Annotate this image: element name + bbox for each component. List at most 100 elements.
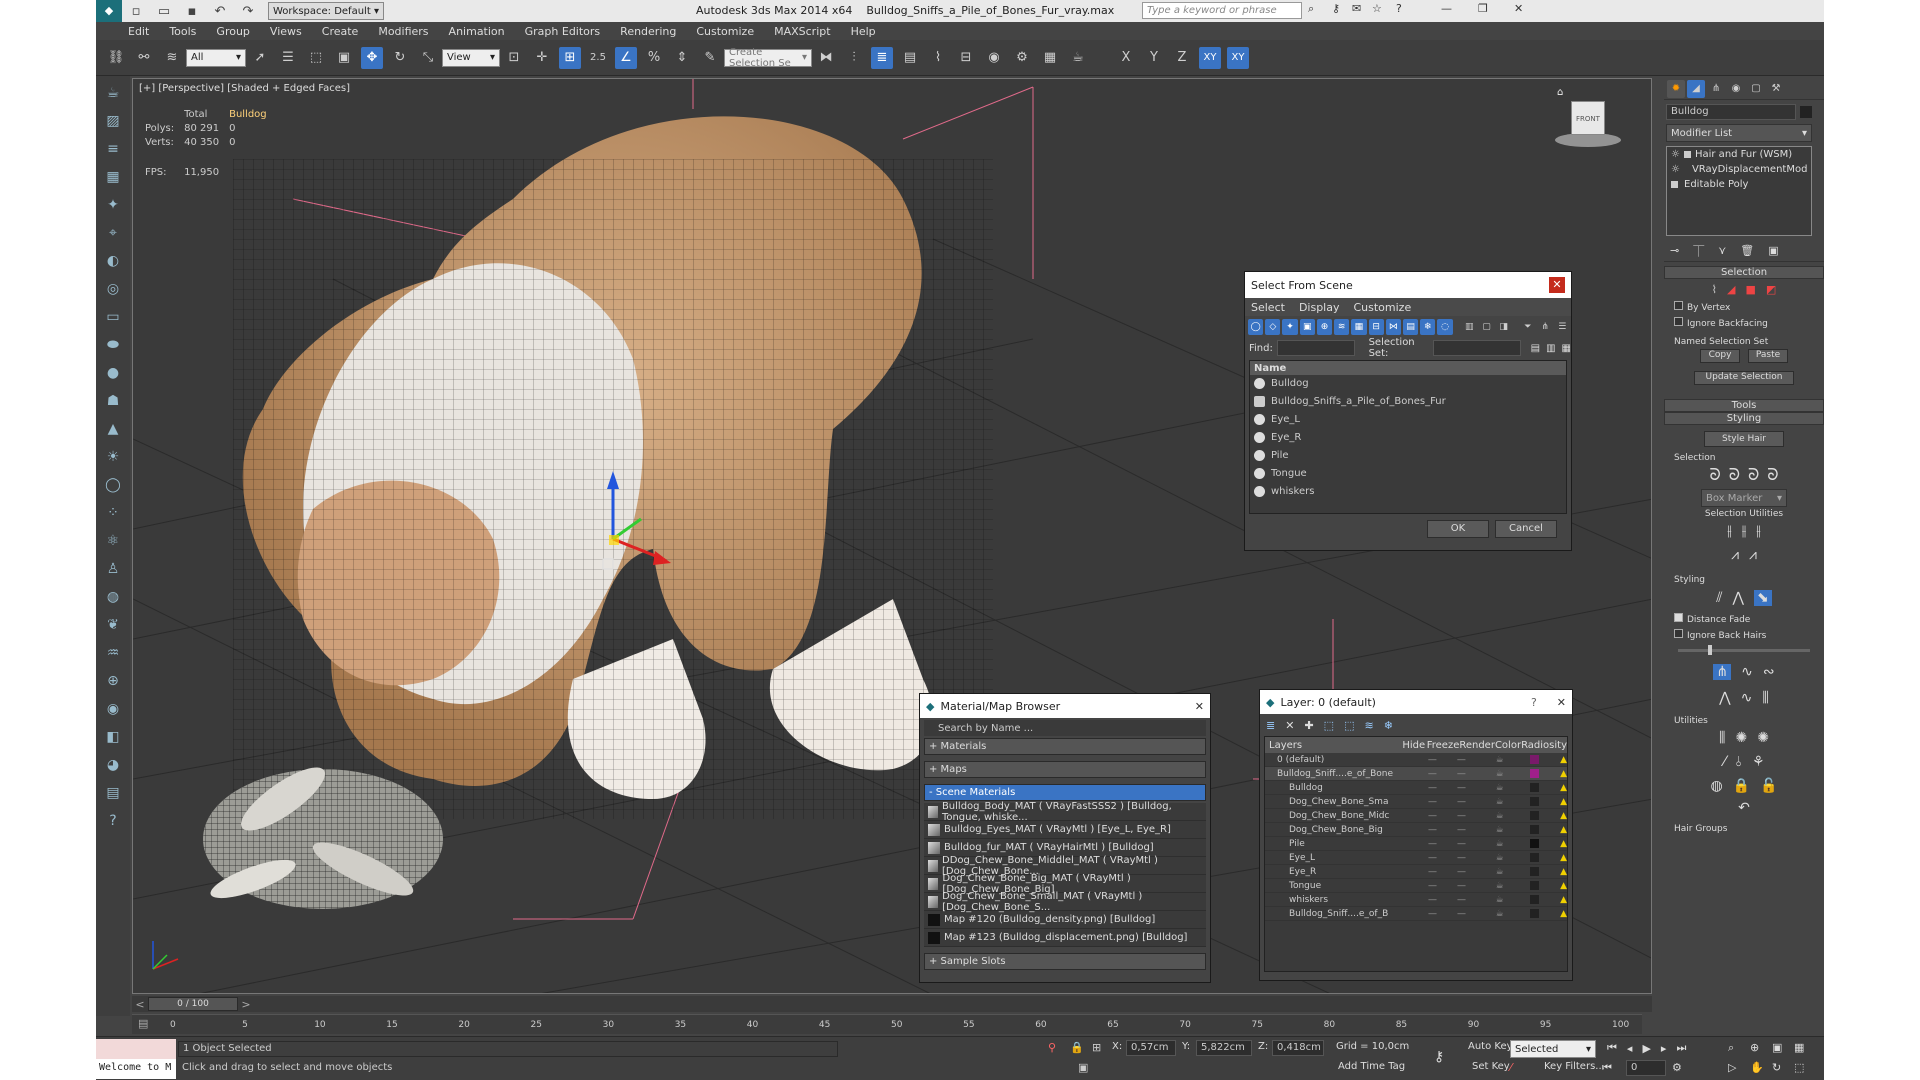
object-name-field[interactable]: Bulldog bbox=[1666, 104, 1796, 120]
render-toggle-icon[interactable]: ☕ bbox=[1496, 797, 1531, 807]
display-spacewarps-icon[interactable]: ≋ bbox=[1334, 319, 1350, 335]
freeze-toggle-icon[interactable]: — bbox=[1457, 755, 1496, 765]
freeze-toggle-icon[interactable]: — bbox=[1457, 825, 1496, 835]
unlink-icon[interactable]: ⚯ bbox=[133, 47, 155, 69]
select-by-name-icon[interactable]: ☰ bbox=[277, 47, 299, 69]
box-primitive-icon[interactable]: ▭ bbox=[102, 306, 124, 328]
radiosity-icon[interactable]: ▲ bbox=[1560, 755, 1567, 765]
maps-section[interactable]: + Maps bbox=[924, 761, 1206, 778]
menu-graph-editors[interactable]: Graph Editors bbox=[515, 25, 611, 38]
display-helpers-icon[interactable]: ⊕ bbox=[1316, 319, 1333, 335]
list-item[interactable]: Bulldog_Sniffs_a_Pile_of_Bones_Fur bbox=[1250, 393, 1566, 411]
display-frozen-icon[interactable]: ❄ bbox=[1420, 319, 1436, 335]
render-toggle-icon[interactable]: ☕ bbox=[1496, 867, 1531, 877]
slider-handle[interactable] bbox=[1708, 645, 1712, 655]
play-icon[interactable]: ▶ bbox=[1642, 1042, 1650, 1055]
dialog-title-bar[interactable]: ◆ Layer: 0 (default)? ✕ bbox=[1260, 690, 1572, 714]
communication-icon[interactable]: ✉ bbox=[1352, 2, 1361, 15]
help-circle-icon[interactable]: ? bbox=[102, 810, 124, 832]
remove-modifier-icon[interactable]: 🗑 bbox=[1740, 244, 1754, 257]
material-search-input[interactable]: Search by Name ... bbox=[924, 720, 1206, 736]
display-groups-icon[interactable]: ▦ bbox=[1351, 319, 1367, 335]
selection-set-dropdown[interactable] bbox=[1432, 340, 1521, 356]
layer-color-swatch[interactable] bbox=[1530, 755, 1540, 764]
layer-color-swatch[interactable] bbox=[1530, 867, 1540, 876]
render-toggle-icon[interactable]: ☕ bbox=[1496, 853, 1531, 863]
hide-toggle-icon[interactable]: — bbox=[1428, 783, 1457, 793]
hide-selected-icon[interactable]: ⩘ bbox=[1731, 547, 1739, 563]
stack-item[interactable]: ☼ Hair and Fur (WSM) bbox=[1667, 147, 1811, 162]
film-icon[interactable]: ◎ bbox=[102, 278, 124, 300]
render-setup-icon[interactable]: ⚙ bbox=[1011, 47, 1033, 69]
link-icon[interactable]: ⛓ bbox=[105, 47, 127, 69]
close-icon[interactable]: ✕ bbox=[1514, 2, 1523, 15]
display-hidden-icon[interactable]: ◌ bbox=[1437, 319, 1453, 335]
cone-primitive-icon[interactable]: ▲ bbox=[102, 418, 124, 440]
edit-named-selection-icon[interactable]: ✎ bbox=[699, 47, 721, 69]
invert-selection-icon[interactable]: ⫲ bbox=[1727, 523, 1732, 539]
previous-frame-icon[interactable]: ◂ bbox=[1627, 1042, 1633, 1055]
layer-row[interactable]: whiskers — — ☕ ▲ bbox=[1265, 893, 1567, 907]
brush-size-slider[interactable] bbox=[1678, 645, 1810, 655]
zoom-extents-all-icon[interactable]: ▦ bbox=[1794, 1041, 1804, 1054]
zoom-icon[interactable]: ⌕ bbox=[1728, 1041, 1734, 1055]
cancel-button[interactable]: Cancel bbox=[1495, 520, 1557, 538]
layer-row[interactable]: Dog_Chew_Bone_Midc — — ☕ ▲ bbox=[1265, 809, 1567, 823]
stack-item[interactable]: Editable Poly bbox=[1667, 177, 1811, 192]
layer-color-swatch[interactable] bbox=[1530, 839, 1540, 848]
dialog-title-bar[interactable]: Select From Scene ✕ bbox=[1245, 272, 1571, 298]
menu-create[interactable]: Create bbox=[312, 25, 369, 38]
layer-color-swatch[interactable] bbox=[1530, 881, 1540, 890]
create-set-icon[interactable]: ▤ bbox=[1531, 343, 1540, 354]
display-none-icon[interactable]: ▢ bbox=[1479, 319, 1494, 335]
viewcube[interactable]: FRONT ⌂ bbox=[1553, 87, 1623, 149]
layer-color-swatch[interactable] bbox=[1530, 895, 1540, 904]
show-hidden-icon[interactable]: ⩘ bbox=[1749, 547, 1757, 563]
render-toggle-icon[interactable]: ☕ bbox=[1496, 811, 1531, 821]
style-hair-button[interactable]: Style Hair bbox=[1704, 431, 1784, 447]
select-hair-icon[interactable]: ᘐ bbox=[1709, 465, 1720, 485]
by-vertex-row[interactable]: By Vertex bbox=[1664, 299, 1824, 315]
key-selection-dropdown[interactable]: Selected ▾ bbox=[1510, 1040, 1596, 1058]
hide-toggle-icon[interactable]: — bbox=[1428, 839, 1457, 849]
add-to-layer-icon[interactable]: ✚ bbox=[1304, 719, 1313, 732]
close-icon[interactable]: ✕ bbox=[1195, 700, 1204, 713]
freeze-toggle-icon[interactable]: — bbox=[1457, 909, 1496, 919]
layer-color-swatch[interactable] bbox=[1530, 825, 1540, 834]
col-render[interactable]: Render bbox=[1459, 740, 1495, 751]
display-tab-icon[interactable]: ▢ bbox=[1747, 80, 1765, 98]
render-toggle-icon[interactable]: ☕ bbox=[1496, 839, 1531, 849]
key-mode-toggle-icon[interactable]: ⏮ bbox=[1602, 1061, 1612, 1075]
layer-color-swatch[interactable] bbox=[1530, 811, 1540, 820]
expand-selection-icon[interactable]: ⫲ bbox=[1756, 523, 1761, 539]
modifier-list-dropdown[interactable]: Modifier List ▾ bbox=[1666, 124, 1812, 142]
selection-lock-icon[interactable]: 🔒 bbox=[1070, 1041, 1084, 1054]
select-hair-add-icon[interactable]: ᘐ bbox=[1729, 465, 1740, 485]
col-radiosity[interactable]: Radiosity bbox=[1521, 740, 1567, 751]
list-item[interactable]: Dog_Chew_Bone_Small_MAT ( VRayMtl ) [Dog… bbox=[924, 891, 1206, 913]
mini-curve-editor-icon[interactable]: ▤ bbox=[138, 1017, 148, 1030]
schematic-view-icon[interactable]: ⊟ bbox=[955, 47, 977, 69]
freeze-all-icon[interactable]: ❄ bbox=[1384, 719, 1393, 732]
field-of-view-icon[interactable]: ▷ bbox=[1728, 1061, 1736, 1074]
teapot-icon[interactable]: ☕ bbox=[102, 82, 124, 104]
perspective-viewport[interactable]: [+] [Perspective] [Shaded + Edged Faces]… bbox=[132, 78, 1652, 994]
light-bulb-icon[interactable]: ☼ bbox=[1671, 164, 1680, 175]
omni-light-icon[interactable]: ◯ bbox=[102, 474, 124, 496]
x-coordinate-field[interactable]: 0,57cm bbox=[1126, 1040, 1176, 1056]
layer-row[interactable]: Bulldog_Sniff....e_of_B — — ☕ ▲ bbox=[1265, 907, 1567, 921]
layer-row[interactable]: 0 (default) — — ☕ ▲ bbox=[1265, 753, 1567, 767]
hide-toggle-icon[interactable]: — bbox=[1428, 895, 1457, 905]
mirror-icon[interactable]: ⧓ bbox=[815, 47, 837, 69]
utilities-tab-icon[interactable]: ⚒ bbox=[1767, 80, 1785, 98]
shading-icon[interactable]: ◧ bbox=[102, 726, 124, 748]
snap-toggle-icon[interactable]: 2.5 bbox=[587, 47, 609, 69]
paste-button[interactable]: Paste bbox=[1748, 349, 1788, 363]
close-icon[interactable]: ✕ bbox=[1549, 277, 1565, 293]
save-file-icon[interactable]: ▪ bbox=[181, 0, 203, 22]
home-icon[interactable]: ⌂ bbox=[1557, 87, 1563, 98]
menu-modifiers[interactable]: Modifiers bbox=[368, 25, 438, 38]
menu-display[interactable]: Display bbox=[1299, 301, 1354, 314]
zoom-extents-icon[interactable]: ▣ bbox=[1772, 1041, 1782, 1054]
lock-icon[interactable]: 🔒 bbox=[1733, 778, 1750, 794]
